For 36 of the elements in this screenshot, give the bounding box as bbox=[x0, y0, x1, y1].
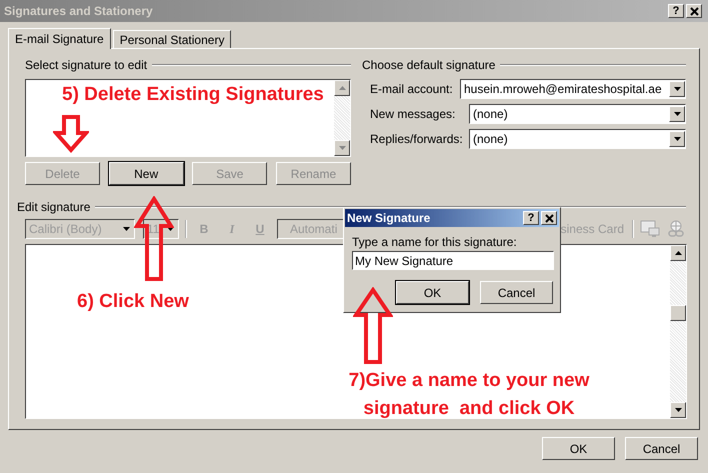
signature-name-field[interactable]: My New Signature bbox=[352, 251, 554, 270]
down-arrow bbox=[53, 115, 89, 153]
dropdown-arrow-icon[interactable] bbox=[674, 112, 680, 116]
tab[interactable]: E-mail Signature bbox=[8, 28, 111, 49]
close-button[interactable] bbox=[686, 4, 702, 18]
dialog-button[interactable]: Cancel bbox=[625, 437, 698, 460]
help-button[interactable]: ? bbox=[523, 211, 539, 225]
scroll-down-icon[interactable] bbox=[674, 408, 682, 412]
close-icon bbox=[690, 6, 698, 16]
group-label: Choose default signature bbox=[362, 58, 496, 72]
dialog-button[interactable]: Cancel bbox=[480, 281, 553, 304]
scrollbar[interactable] bbox=[670, 245, 686, 418]
scroll-up-icon[interactable] bbox=[674, 251, 682, 255]
dropdown-arrow-icon[interactable] bbox=[674, 137, 680, 141]
close-button[interactable] bbox=[541, 211, 557, 225]
scroll-thumb[interactable] bbox=[670, 305, 686, 321]
dropdown-arrow-icon[interactable] bbox=[674, 87, 680, 91]
dialog-button[interactable]: OK bbox=[396, 281, 469, 304]
signature-button[interactable]: New bbox=[108, 162, 184, 185]
help-button[interactable]: ? bbox=[668, 4, 684, 18]
annotation-text: 6) Click New bbox=[77, 290, 189, 314]
dropdown[interactable]: husein.mroweh@emirateshospital.ae bbox=[460, 79, 686, 99]
group-label: Edit signature bbox=[17, 200, 90, 214]
field-label: E-mail account: bbox=[370, 82, 454, 96]
annotation-text: 5) Delete Existing Signatures bbox=[62, 83, 324, 107]
close-icon bbox=[544, 214, 554, 222]
window-title: Signatures and Stationery bbox=[4, 4, 153, 18]
field-label: Replies/forwards: bbox=[370, 132, 464, 146]
group-label: Select signature to edit bbox=[25, 58, 148, 72]
tab[interactable]: Personal Stationery bbox=[112, 30, 232, 48]
dropdown[interactable]: (none) bbox=[469, 129, 686, 149]
annotation-text: 7)Give a name to your new signature and click OK bbox=[348, 369, 590, 421]
signature-list[interactable] bbox=[25, 79, 351, 157]
dialog-button[interactable]: OK bbox=[542, 437, 615, 460]
dropdown[interactable]: (none) bbox=[469, 104, 686, 124]
field-label: New messages: bbox=[370, 107, 456, 121]
